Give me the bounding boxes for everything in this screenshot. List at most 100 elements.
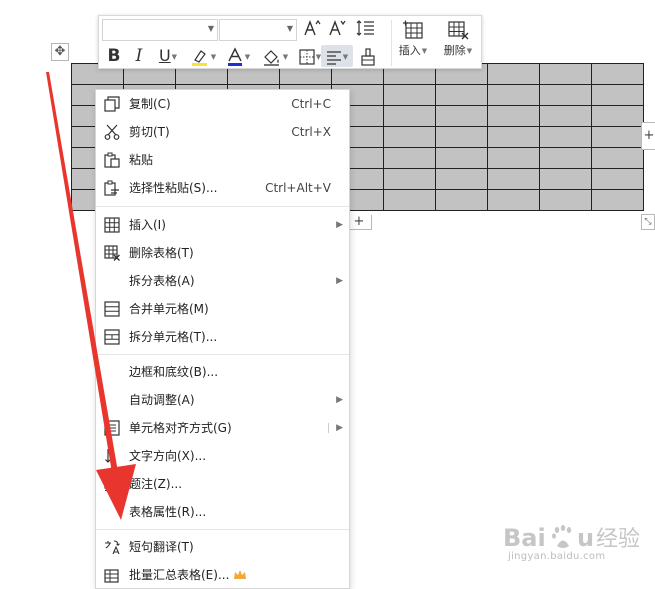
table-move-handle[interactable]: ✥ [51, 43, 69, 61]
table-resize-handle[interactable]: ⤡ [641, 214, 655, 230]
font-grow-icon [304, 19, 321, 36]
menu-item-paste-special[interactable]: 选择性粘贴(S)... Ctrl+Alt+V [96, 174, 349, 202]
font-color-button[interactable]: ▼ [222, 45, 254, 67]
menu-item-label: 短句翻译(T) [129, 540, 194, 554]
font-name-select[interactable]: ▼ [102, 19, 218, 41]
table-cell[interactable] [487, 147, 540, 169]
table-cell[interactable] [435, 126, 488, 148]
delete-label: 删除 [443, 44, 466, 57]
table-icon [104, 217, 120, 233]
table-cell[interactable] [487, 63, 540, 85]
italic-icon: I [135, 46, 143, 66]
table-cell[interactable] [539, 84, 592, 106]
menu-item-label: 选择性粘贴(S)... [129, 181, 218, 195]
table-cell[interactable] [487, 189, 540, 211]
menu-item-cut[interactable]: 剪切(T) Ctrl+X [96, 118, 349, 146]
increase-font-size-button[interactable] [302, 19, 322, 41]
table-cell[interactable] [539, 168, 592, 190]
menu-item-cell-alignment[interactable]: 单元格对齐方式(G) ▶ [96, 414, 349, 442]
table-cell[interactable] [591, 84, 644, 106]
menu-item-borders-shading[interactable]: 边框和底纹(B)... [96, 358, 349, 386]
align-button[interactable]: ▼ [321, 45, 353, 67]
table-cell[interactable] [383, 84, 436, 106]
menu-item-label: 拆分表格(A) [129, 274, 195, 288]
menu-item-label: 表格属性(R)... [129, 505, 207, 519]
menu-item-label: 拆分单元格(T)... [129, 330, 218, 344]
split-cells-icon [104, 329, 120, 345]
table-cell[interactable] [487, 105, 540, 127]
table-cell[interactable] [383, 147, 436, 169]
menu-item-delete-table[interactable]: 删除表格(T) [96, 239, 349, 267]
menu-item-label: 合并单元格(M) [129, 302, 209, 316]
table-insert-icon [403, 20, 423, 39]
underline-button[interactable]: U▼ [153, 45, 183, 67]
menu-item-paste[interactable]: 粘贴 [96, 146, 349, 174]
format-painter-button[interactable] [357, 45, 379, 67]
decrease-font-size-button[interactable] [327, 19, 347, 41]
bold-button[interactable]: B [104, 45, 124, 67]
table-cell[interactable] [591, 168, 644, 190]
menu-item-table-properties[interactable]: 表格属性(R)... [96, 498, 349, 526]
table-cell[interactable] [539, 63, 592, 85]
table-cell[interactable] [539, 189, 592, 211]
table-cell[interactable] [435, 147, 488, 169]
table-cell[interactable] [487, 126, 540, 148]
table-cell[interactable] [591, 147, 644, 169]
table-cell[interactable] [435, 189, 488, 211]
scissors-icon [104, 124, 120, 140]
shading-button[interactable]: ▼ [257, 45, 293, 67]
add-column-button[interactable]: + [641, 122, 655, 150]
menu-item-batch-summary[interactable]: 批量汇总表格(E)... [96, 561, 349, 589]
table-cell[interactable] [591, 63, 644, 85]
menu-item-merge-cells[interactable]: 合并单元格(M) [96, 295, 349, 323]
delete-button[interactable]: 删除▼ [439, 19, 477, 67]
menu-item-label: 单元格对齐方式(G) [129, 421, 232, 435]
menu-item-label: 剪切(T) [129, 125, 170, 139]
merge-cells-icon [104, 301, 120, 317]
table-cell[interactable] [383, 126, 436, 148]
menu-item-label: 插入(I) [129, 218, 166, 232]
table-cell[interactable] [591, 105, 644, 127]
table-cell[interactable] [539, 147, 592, 169]
menu-item-label: 题注(Z)... [129, 477, 183, 491]
menu-item-label: 复制(C) [129, 97, 171, 111]
paste-icon [104, 152, 120, 168]
menu-item-text-direction[interactable]: 文字方向(X)... [96, 442, 349, 470]
menu-item-split-cells[interactable]: 拆分单元格(T)... [96, 323, 349, 351]
table-cell[interactable] [383, 105, 436, 127]
table-delete-icon [104, 245, 120, 261]
table-cell[interactable] [435, 105, 488, 127]
menu-item-label: 批量汇总表格(E)... [129, 568, 230, 582]
menu-item-split-table[interactable]: 拆分表格(A) ▶ [96, 267, 349, 295]
paint-bucket-icon [263, 49, 279, 66]
watermark-brand-part2: u [577, 524, 594, 552]
table-cell[interactable] [591, 126, 644, 148]
table-cell[interactable] [591, 189, 644, 211]
font-color-icon [227, 46, 242, 66]
translate-icon [105, 540, 120, 555]
table-cell[interactable] [539, 126, 592, 148]
table-cell[interactable] [487, 84, 540, 106]
menu-item-insert[interactable]: 插入(I) ▶ [96, 211, 349, 239]
context-menu: 复制(C) Ctrl+C 剪切(T) Ctrl+X 粘贴 选择性粘贴(S)...… [95, 89, 350, 589]
menu-item-autofit[interactable]: 自动调整(A) ▶ [96, 386, 349, 414]
table-cell[interactable] [435, 84, 488, 106]
insert-button[interactable]: 插入▼ [394, 19, 432, 67]
highlight-button[interactable]: ▼ [187, 45, 219, 67]
table-cell[interactable] [435, 168, 488, 190]
menu-item-shortcut: Ctrl+Alt+V [265, 181, 331, 195]
menu-item-translate[interactable]: 短句翻译(T) [96, 533, 349, 561]
table-cell[interactable] [383, 168, 436, 190]
watermark-brand-part1: Bai [503, 524, 546, 552]
font-size-select[interactable]: ▼ [219, 19, 297, 41]
table-cell[interactable] [539, 105, 592, 127]
table-cell[interactable] [487, 168, 540, 190]
copy-icon [104, 96, 120, 112]
insert-label: 插入 [398, 44, 421, 57]
menu-item-copy[interactable]: 复制(C) Ctrl+C [96, 90, 349, 118]
menu-item-caption[interactable]: 题注(Z)... [96, 470, 349, 498]
italic-button[interactable]: I [129, 45, 149, 67]
line-spacing-button[interactable] [352, 19, 380, 41]
table-cell[interactable] [383, 189, 436, 211]
caption-icon [104, 477, 120, 492]
